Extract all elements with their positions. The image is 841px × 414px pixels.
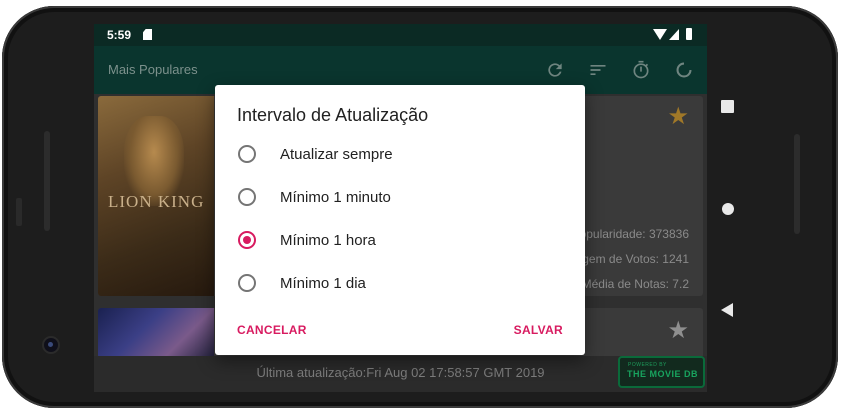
- refresh-icon[interactable]: [545, 60, 565, 80]
- favorite-star-icon[interactable]: ★: [667, 316, 689, 345]
- radio-button[interactable]: [238, 274, 256, 292]
- sort-icon[interactable]: [588, 60, 608, 80]
- refresh-interval-dialog: Intervalo de Atualização Atualizar sempr…: [215, 85, 585, 355]
- footer-bar: Última atualização:Fri Aug 02 17:58:57 G…: [94, 356, 707, 392]
- status-time: 5:59: [107, 28, 132, 42]
- tmdb-label: THE MOVIE DB: [627, 369, 699, 379]
- radio-button-selected[interactable]: [238, 231, 256, 249]
- signal-icon: [669, 29, 679, 40]
- last-update-text: Última atualização:Fri Aug 02 17:58:57 G…: [256, 365, 545, 380]
- toolbar-title: Mais Populares: [108, 62, 198, 77]
- radio-button[interactable]: [238, 145, 256, 163]
- option-always[interactable]: Atualizar sempre: [235, 137, 565, 173]
- battery-icon: [686, 28, 692, 40]
- poster-title: LION KING: [108, 192, 205, 211]
- option-label: Mínimo 1 dia: [280, 275, 366, 292]
- popularity-stat: Popularidade: 373836: [571, 227, 689, 241]
- movie-poster: LION KING: [98, 96, 214, 296]
- option-1-hour[interactable]: Mínimo 1 hora: [235, 223, 565, 259]
- option-1-day[interactable]: Mínimo 1 dia: [235, 266, 565, 302]
- save-button[interactable]: SALVAR: [514, 323, 563, 337]
- option-1-minute[interactable]: Mínimo 1 minuto: [235, 180, 565, 216]
- option-label: Mínimo 1 hora: [280, 232, 376, 249]
- loading-icon[interactable]: [674, 60, 694, 80]
- overview-icon[interactable]: [721, 100, 734, 113]
- timer-icon[interactable]: [631, 60, 651, 80]
- movie-poster: [98, 308, 214, 358]
- status-bar: 5:59: [94, 24, 707, 46]
- tmdb-logo: POWERED BY THE MOVIE DB: [618, 356, 705, 388]
- back-icon[interactable]: [721, 303, 733, 317]
- dialog-title: Intervalo de Atualização: [237, 105, 429, 125]
- speaker-grille-left: [44, 131, 50, 231]
- option-label: Atualizar sempre: [280, 146, 393, 163]
- cancel-button[interactable]: CANCELAR: [237, 323, 307, 337]
- wifi-icon: [653, 29, 667, 40]
- vote-average-stat: Média de Notas: 7.2: [581, 277, 689, 291]
- home-icon[interactable]: [722, 203, 734, 215]
- speaker-grille-right: [794, 134, 800, 234]
- front-camera: [44, 338, 58, 352]
- volume-button: [16, 198, 22, 226]
- tmdb-powered-by: POWERED BY: [628, 362, 667, 368]
- sd-card-icon: [143, 29, 152, 40]
- option-label: Mínimo 1 minuto: [280, 189, 391, 206]
- radio-button[interactable]: [238, 188, 256, 206]
- favorite-star-icon[interactable]: ★: [667, 102, 689, 131]
